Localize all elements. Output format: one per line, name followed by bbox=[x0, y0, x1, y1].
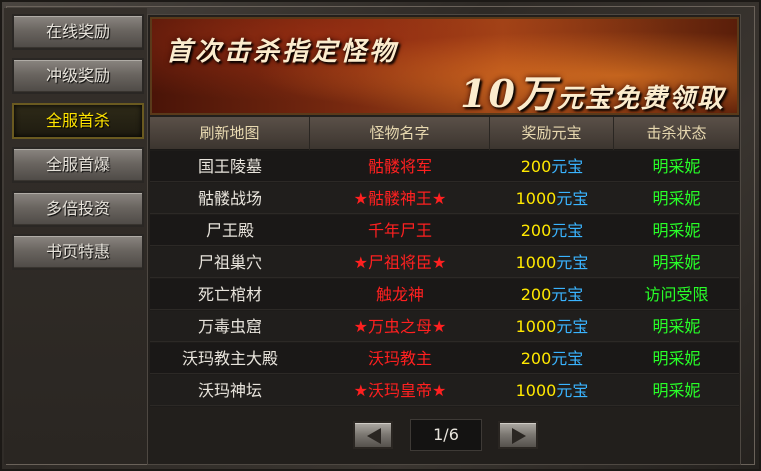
next-page-button[interactable] bbox=[498, 421, 538, 449]
arrow-left-icon bbox=[367, 428, 381, 444]
table-row: 死亡棺材 触龙神 200元宝 访问受限 bbox=[150, 279, 739, 310]
sidebar-item-label: 在线奖励 bbox=[45, 22, 110, 41]
cell-status: 明采妮 bbox=[652, 253, 701, 272]
sidebar-item-multi-invest[interactable]: 多倍投资 bbox=[12, 191, 144, 227]
cell-reward: 1000元宝 bbox=[490, 247, 614, 278]
sidebar-item-label: 冲级奖励 bbox=[45, 66, 110, 85]
promo-banner: 首次击杀指定怪物 10万元宝免费领取 bbox=[150, 17, 739, 115]
cell-reward: 200元宝 bbox=[490, 151, 614, 182]
cell-reward: 200元宝 bbox=[490, 279, 614, 310]
table-row: 国王陵墓 骷髅将军 200元宝 明采妮 bbox=[150, 151, 739, 182]
pagination: 1/6 bbox=[148, 407, 742, 465]
reward-unit: 元宝 bbox=[551, 221, 584, 240]
first-kill-table: 刷新地图 怪物名字 奖励元宝 击杀状态 国王陵墓 骷髅将军 200元宝 明采妮 骷髅战场… bbox=[150, 117, 739, 407]
cell-reward: 1000元宝 bbox=[490, 311, 614, 342]
reward-amount: 1000 bbox=[515, 317, 557, 336]
arrow-right-icon bbox=[512, 428, 526, 444]
sidebar-item-online-reward[interactable]: 在线奖励 bbox=[12, 14, 144, 50]
table-row: 沃玛教主大殿 沃玛教主 200元宝 明采妮 bbox=[150, 343, 739, 374]
cell-status: 明采妮 bbox=[652, 381, 701, 400]
banner-subtitle-amount: 10万 bbox=[460, 71, 557, 115]
table-row: 尸祖巢穴 ★尸祖将臣★ 1000元宝 明采妮 bbox=[150, 247, 739, 278]
reward-amount: 1000 bbox=[515, 381, 557, 400]
table-body: 国王陵墓 骷髅将军 200元宝 明采妮 骷髅战场 ★骷髅神王★ 1000元宝 明采妮 尸王殿 千年… bbox=[150, 151, 739, 407]
cell-reward: 200元宝 bbox=[490, 343, 614, 374]
cell-status: 访问受限 bbox=[644, 285, 709, 304]
banner-subtitle-text: 元宝免费领取 bbox=[556, 84, 725, 114]
reward-unit: 元宝 bbox=[556, 253, 589, 272]
reward-unit: 元宝 bbox=[556, 189, 589, 208]
reward-unit: 元宝 bbox=[556, 317, 589, 336]
sidebar-item-level-reward[interactable]: 冲级奖励 bbox=[12, 58, 144, 94]
header-monster: 怪物名字 bbox=[310, 117, 490, 150]
reward-unit: 元宝 bbox=[551, 349, 584, 368]
header-reward: 奖励元宝 bbox=[490, 117, 614, 150]
cell-monster: ★尸祖将臣★ bbox=[353, 253, 447, 272]
table-row: 尸王殿 千年尸王 200元宝 明采妮 bbox=[150, 215, 739, 246]
cell-map: 死亡棺材 bbox=[197, 285, 262, 304]
cell-reward: 1000元宝 bbox=[490, 183, 614, 214]
cell-map: 万毒虫窟 bbox=[197, 317, 262, 336]
reward-amount: 200 bbox=[520, 157, 552, 176]
cell-monster: ★沃玛皇帝★ bbox=[353, 381, 447, 400]
cell-monster: ★万虫之母★ bbox=[353, 317, 447, 336]
cell-status: 明采妮 bbox=[652, 317, 701, 336]
table-row: 沃玛神坛 ★沃玛皇帝★ 1000元宝 明采妮 bbox=[150, 375, 739, 406]
sidebar-item-server-first-kill[interactable]: 全服首杀 bbox=[12, 103, 144, 139]
page-indicator: 1/6 bbox=[410, 419, 482, 451]
cell-monster: 沃玛教主 bbox=[367, 349, 432, 368]
cell-monster: 千年尸王 bbox=[367, 221, 432, 240]
cell-map: 沃玛教主大殿 bbox=[181, 349, 278, 368]
cell-status: 明采妮 bbox=[652, 349, 701, 368]
cell-map: 国王陵墓 bbox=[197, 157, 262, 176]
table-row: 万毒虫窟 ★万虫之母★ 1000元宝 明采妮 bbox=[150, 311, 739, 342]
cell-map: 尸王殿 bbox=[205, 221, 254, 240]
reward-unit: 元宝 bbox=[551, 285, 584, 304]
reward-amount: 200 bbox=[520, 349, 552, 368]
table-header: 刷新地图 怪物名字 奖励元宝 击杀状态 bbox=[150, 117, 739, 150]
reward-amount: 1000 bbox=[515, 253, 557, 272]
reward-amount: 1000 bbox=[515, 189, 557, 208]
reward-amount: 200 bbox=[520, 285, 552, 304]
reward-amount: 200 bbox=[520, 221, 552, 240]
header-status: 击杀状态 bbox=[646, 124, 707, 142]
sidebar-item-label: 多倍投资 bbox=[45, 199, 110, 218]
cell-reward: 200元宝 bbox=[490, 215, 614, 246]
cell-monster: 骷髅将军 bbox=[367, 157, 432, 176]
cell-monster: 触龙神 bbox=[375, 285, 424, 304]
banner-subtitle: 10万元宝免费领取 bbox=[460, 63, 725, 115]
main-panel: 首次击杀指定怪物 10万元宝免费领取 刷新地图 怪物名字 奖励元宝 击杀状态 国… bbox=[147, 14, 741, 465]
table-row: 骷髅战场 ★骷髅神王★ 1000元宝 明采妮 bbox=[150, 183, 739, 214]
sidebar-item-label: 全服首杀 bbox=[45, 111, 110, 130]
sidebar-item-book-page-deal[interactable]: 书页特惠 bbox=[12, 234, 144, 270]
cell-map: 沃玛神坛 bbox=[197, 381, 262, 400]
prev-page-button[interactable] bbox=[353, 421, 393, 449]
cell-map: 骷髅战场 bbox=[197, 189, 262, 208]
sidebar: 在线奖励 冲级奖励 全服首杀 全服首爆 多倍投资 书页特惠 bbox=[4, 8, 147, 464]
cell-map: 尸祖巢穴 bbox=[197, 253, 262, 272]
banner-title: 首次击杀指定怪物 bbox=[166, 37, 399, 67]
sidebar-item-label: 书页特惠 bbox=[45, 242, 110, 261]
cell-status: 明采妮 bbox=[652, 157, 701, 176]
cell-monster: ★骷髅神王★ bbox=[353, 189, 447, 208]
cell-reward: 1000元宝 bbox=[490, 375, 614, 406]
cell-status: 明采妮 bbox=[652, 189, 701, 208]
reward-unit: 元宝 bbox=[551, 157, 584, 176]
reward-unit: 元宝 bbox=[556, 381, 589, 400]
sidebar-item-label: 全服首爆 bbox=[45, 155, 110, 174]
header-map: 刷新地图 bbox=[150, 117, 310, 150]
cell-status: 明采妮 bbox=[652, 221, 701, 240]
sidebar-item-server-first-drop[interactable]: 全服首爆 bbox=[12, 147, 144, 183]
